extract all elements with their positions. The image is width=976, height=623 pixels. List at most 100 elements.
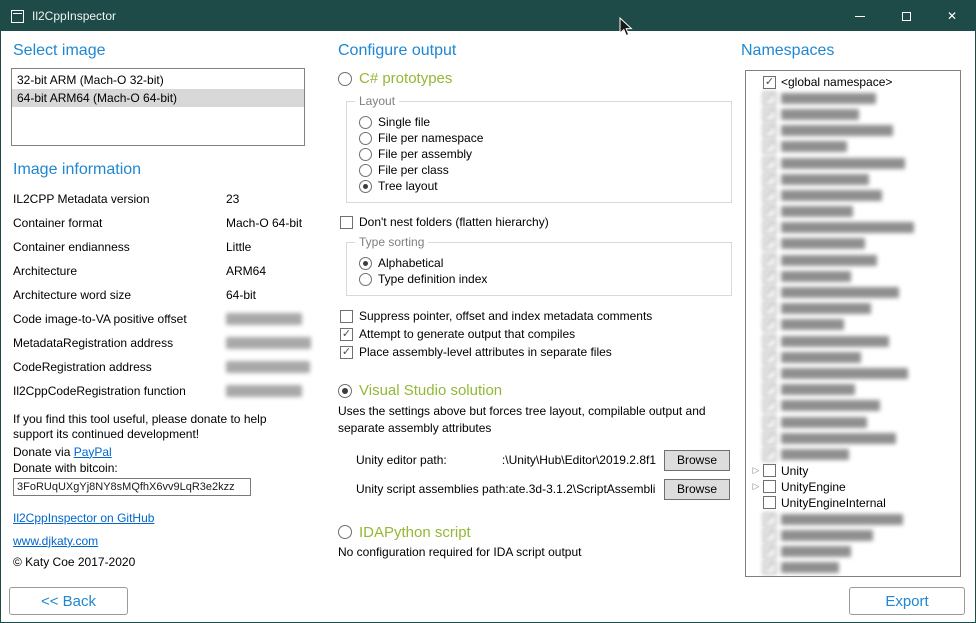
namespace-label: <global namespace> xyxy=(781,75,892,89)
namespace-checkbox[interactable]: ✓ xyxy=(763,270,776,283)
namespace-checkbox[interactable]: ✓ xyxy=(763,140,776,153)
browse-script-path-button[interactable]: Browse xyxy=(664,479,730,500)
namespace-item[interactable]: ✓ xyxy=(749,527,958,543)
listbox-item[interactable]: 64-bit ARM64 (Mach-O 64-bit) xyxy=(12,89,304,107)
bitcoin-address-input[interactable] xyxy=(13,478,251,496)
namespace-checkbox[interactable]: ✓ xyxy=(763,383,776,396)
radio-option[interactable]: File per class xyxy=(359,162,731,178)
namespace-checkbox[interactable]: ✓ xyxy=(763,561,776,574)
radio-option[interactable]: Alphabetical xyxy=(359,255,731,271)
namespace-item[interactable]: ✓ xyxy=(749,560,958,576)
namespace-checkbox[interactable] xyxy=(763,480,776,493)
namespace-item[interactable]: UnityEngineInternal xyxy=(749,495,958,511)
namespace-item[interactable]: ✓ xyxy=(749,204,958,220)
namespace-item[interactable]: ✓ xyxy=(749,301,958,317)
namespace-item[interactable]: ✓ xyxy=(749,365,958,381)
namespace-item[interactable]: ✓ xyxy=(749,106,958,122)
namespace-checkbox[interactable] xyxy=(763,496,776,509)
namespace-checkbox[interactable]: ✓ xyxy=(763,416,776,429)
namespace-checkbox[interactable]: ✓ xyxy=(763,92,776,105)
namespace-item[interactable]: ▷Unity xyxy=(749,463,958,479)
back-button[interactable]: << Back xyxy=(9,587,128,615)
namespace-item[interactable]: ✓ xyxy=(749,236,958,252)
namespace-checkbox[interactable]: ✓ xyxy=(763,351,776,364)
namespace-item[interactable]: ✓ xyxy=(749,155,958,171)
github-link[interactable]: Il2CppInspector on GitHub xyxy=(13,511,154,525)
expander-icon[interactable]: ▷ xyxy=(749,465,763,476)
namespace-checkbox[interactable]: ✓ xyxy=(763,221,776,234)
radio-icon xyxy=(359,132,372,145)
namespace-item[interactable]: ✓ xyxy=(749,398,958,414)
namespace-checkbox[interactable]: ✓ xyxy=(763,157,776,170)
unity-editor-path-value[interactable]: :\Unity\Hub\Editor\2019.2.8f1 xyxy=(447,453,656,467)
namespace-checkbox[interactable] xyxy=(763,464,776,477)
radio-option[interactable]: Single file xyxy=(359,114,731,130)
namespace-item[interactable]: ✓ <global namespace> xyxy=(749,74,958,90)
browse-editor-path-button[interactable]: Browse xyxy=(664,450,730,471)
namespace-item[interactable]: ✓ xyxy=(749,123,958,139)
namespace-item[interactable]: ✓ xyxy=(749,268,958,284)
radio-option[interactable]: Tree layout xyxy=(359,178,731,194)
export-button[interactable]: Export xyxy=(849,587,965,615)
namespace-checkbox[interactable]: ✓ xyxy=(763,189,776,202)
namespace-item[interactable]: ▷UnityEngine xyxy=(749,479,958,495)
namespace-item[interactable]: ✓ xyxy=(749,220,958,236)
radio-option[interactable]: File per namespace xyxy=(359,130,731,146)
idapython-radio[interactable]: IDAPython script xyxy=(338,524,736,541)
radio-option[interactable]: File per assembly xyxy=(359,146,731,162)
namespace-item[interactable]: ✓ xyxy=(749,382,958,398)
namespace-checkbox[interactable]: ✓ xyxy=(763,399,776,412)
namespace-checkbox[interactable]: ✓ xyxy=(763,335,776,348)
namespaces-list[interactable]: ✓ <global namespace> ✓ ✓ ✓ ✓ ✓ ✓ ✓ ✓ ✓ ✓ ✓ ✓ ✓ ✓ ✓ ✓ ✓ ✓ ✓ ✓ ✓… xyxy=(745,70,961,577)
maximize-button[interactable] xyxy=(883,1,929,31)
flatten-checkbox[interactable]: Don't nest folders (flatten hierarchy) xyxy=(340,215,736,229)
namespace-checkbox[interactable]: ✓ xyxy=(763,432,776,445)
namespace-item[interactable]: ✓ xyxy=(749,349,958,365)
csharp-prototypes-radio[interactable]: C# prototypes xyxy=(338,70,736,87)
close-button[interactable]: ✕ xyxy=(929,1,975,31)
namespace-item[interactable]: ✓ xyxy=(749,139,958,155)
namespace-checkbox[interactable]: ✓ xyxy=(763,513,776,526)
namespace-item[interactable]: ✓ xyxy=(749,446,958,462)
namespace-checkbox[interactable]: ✓ xyxy=(763,545,776,558)
namespace-checkbox[interactable]: ✓ xyxy=(763,302,776,315)
listbox-item[interactable]: 32-bit ARM (Mach-O 32-bit) xyxy=(12,71,304,89)
namespace-item[interactable]: ✓ xyxy=(749,317,958,333)
namespace-item[interactable]: ✓ xyxy=(749,187,958,203)
namespace-checkbox[interactable]: ✓ xyxy=(763,367,776,380)
namespace-checkbox[interactable]: ✓ xyxy=(763,254,776,267)
namespace-checkbox[interactable]: ✓ xyxy=(763,124,776,137)
namespace-checkbox[interactable]: ✓ xyxy=(763,286,776,299)
namespace-item[interactable]: ✓ xyxy=(749,511,958,527)
namespace-item[interactable]: ✓ xyxy=(749,333,958,349)
redacted-value xyxy=(226,361,310,373)
namespace-checkbox[interactable]: ✓ xyxy=(763,108,776,121)
namespace-checkbox[interactable]: ✓ xyxy=(763,318,776,331)
checkbox-option[interactable]: Suppress pointer, offset and index metad… xyxy=(340,308,736,324)
namespace-item[interactable]: ✓ xyxy=(749,252,958,268)
website-link[interactable]: www.djkaty.com xyxy=(13,534,98,548)
namespace-item[interactable]: ✓ xyxy=(749,543,958,559)
namespace-checkbox[interactable]: ✓ xyxy=(763,205,776,218)
namespace-item[interactable]: ✓ xyxy=(749,171,958,187)
namespace-checkbox[interactable]: ✓ xyxy=(763,76,776,89)
radio-option[interactable]: Type definition index xyxy=(359,271,731,287)
namespace-checkbox[interactable]: ✓ xyxy=(763,529,776,542)
namespace-item[interactable]: ✓ xyxy=(749,414,958,430)
image-listbox[interactable]: 32-bit ARM (Mach-O 32-bit)64-bit ARM64 (… xyxy=(11,68,305,146)
minimize-button[interactable] xyxy=(837,1,883,31)
paypal-link[interactable]: PayPal xyxy=(74,445,112,459)
checkbox-option[interactable]: ✓Place assembly-level attributes in sepa… xyxy=(340,344,736,360)
namespace-checkbox[interactable]: ✓ xyxy=(763,237,776,250)
namespace-item[interactable]: ✓ xyxy=(749,90,958,106)
namespace-checkbox[interactable]: ✓ xyxy=(763,448,776,461)
checkbox-option[interactable]: ✓Attempt to generate output that compile… xyxy=(340,326,736,342)
visual-studio-radio[interactable]: Visual Studio solution xyxy=(338,382,736,399)
namespace-checkbox[interactable]: ✓ xyxy=(763,173,776,186)
namespace-item[interactable]: ✓ xyxy=(749,284,958,300)
info-label: CodeRegistration address xyxy=(13,360,226,374)
unity-script-path-value[interactable]: ate.3d-3.1.2\ScriptAssemblies xyxy=(509,482,656,496)
expander-icon[interactable]: ▷ xyxy=(749,481,763,492)
namespace-item[interactable]: ✓ xyxy=(749,430,958,446)
namespaces-section: Namespaces ✓<global namespace>✓✓✓✓✓✓✓✓✓✓… xyxy=(741,31,971,577)
